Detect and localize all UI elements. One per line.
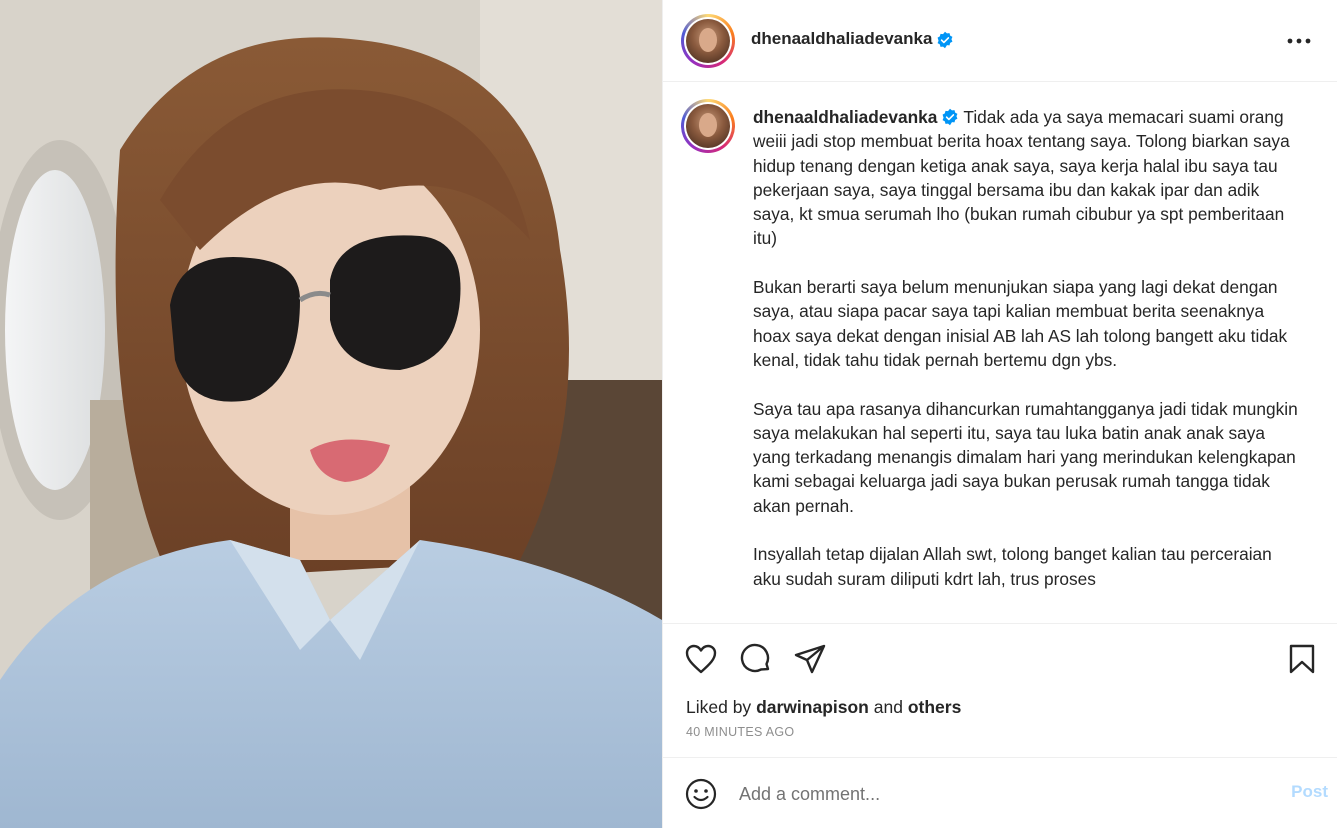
- comment-bubble-icon: [740, 643, 770, 673]
- more-options-icon: [1287, 38, 1311, 44]
- caption-paragraph-3: Saya tau apa rasanya dihancurkan rumahta…: [753, 398, 1303, 516]
- caption-paragraph-1: Tidak ada ya saya memacari suami orang w…: [753, 107, 1295, 249]
- liked-by-user-link[interactable]: darwinapison: [756, 697, 869, 717]
- verified-badge-icon: [942, 108, 958, 126]
- caption-text: dhenaaldhaliadevanka Tidak ada ya saya me…: [753, 105, 1303, 591]
- comment-input[interactable]: [739, 780, 1239, 808]
- more-options-button[interactable]: [1286, 28, 1312, 54]
- post-timestamp[interactable]: 40 MINUTES AGO: [686, 725, 794, 739]
- smiley-icon: [685, 778, 717, 810]
- share-button[interactable]: [793, 642, 827, 676]
- post-comment-button[interactable]: Post: [1291, 782, 1328, 802]
- post-header: dhenaaldhaliadevanka: [663, 0, 1337, 82]
- save-button[interactable]: [1285, 642, 1319, 676]
- likes-summary: Liked by darwinapison and others: [686, 697, 961, 718]
- post-actions: [663, 623, 1337, 693]
- paper-plane-icon: [794, 644, 826, 674]
- caption-paragraph-2: Bukan berarti saya belum menunjukan siap…: [753, 277, 1292, 370]
- caption-author-avatar[interactable]: [681, 99, 735, 153]
- liked-by-and: and: [873, 697, 903, 717]
- selfie-illustration: [0, 0, 662, 828]
- liked-by-others-link[interactable]: others: [908, 697, 961, 717]
- comment-button[interactable]: [739, 642, 773, 676]
- caption-username[interactable]: dhenaaldhaliadevanka: [753, 107, 937, 127]
- caption-paragraph-4: Insyallah tetap dijalan Allah swt, tolon…: [753, 544, 1277, 589]
- author-username[interactable]: dhenaaldhaliadevanka: [751, 29, 932, 48]
- caption-area: dhenaaldhaliadevanka Tidak ada ya saya me…: [663, 83, 1337, 623]
- post-photo: [0, 0, 662, 828]
- heart-icon: [685, 644, 717, 674]
- verified-badge-icon: [937, 31, 953, 49]
- liked-by-prefix: Liked by: [686, 697, 752, 717]
- post-panel: dhenaaldhaliadevanka dhenaaldhaliadevank…: [662, 0, 1337, 828]
- comment-bar: Post: [663, 757, 1337, 828]
- emoji-button[interactable]: [685, 778, 717, 810]
- like-button[interactable]: [684, 642, 718, 676]
- bookmark-icon: [1289, 644, 1315, 674]
- author-name-row: dhenaaldhaliadevanka: [751, 29, 954, 49]
- author-avatar[interactable]: [681, 14, 735, 68]
